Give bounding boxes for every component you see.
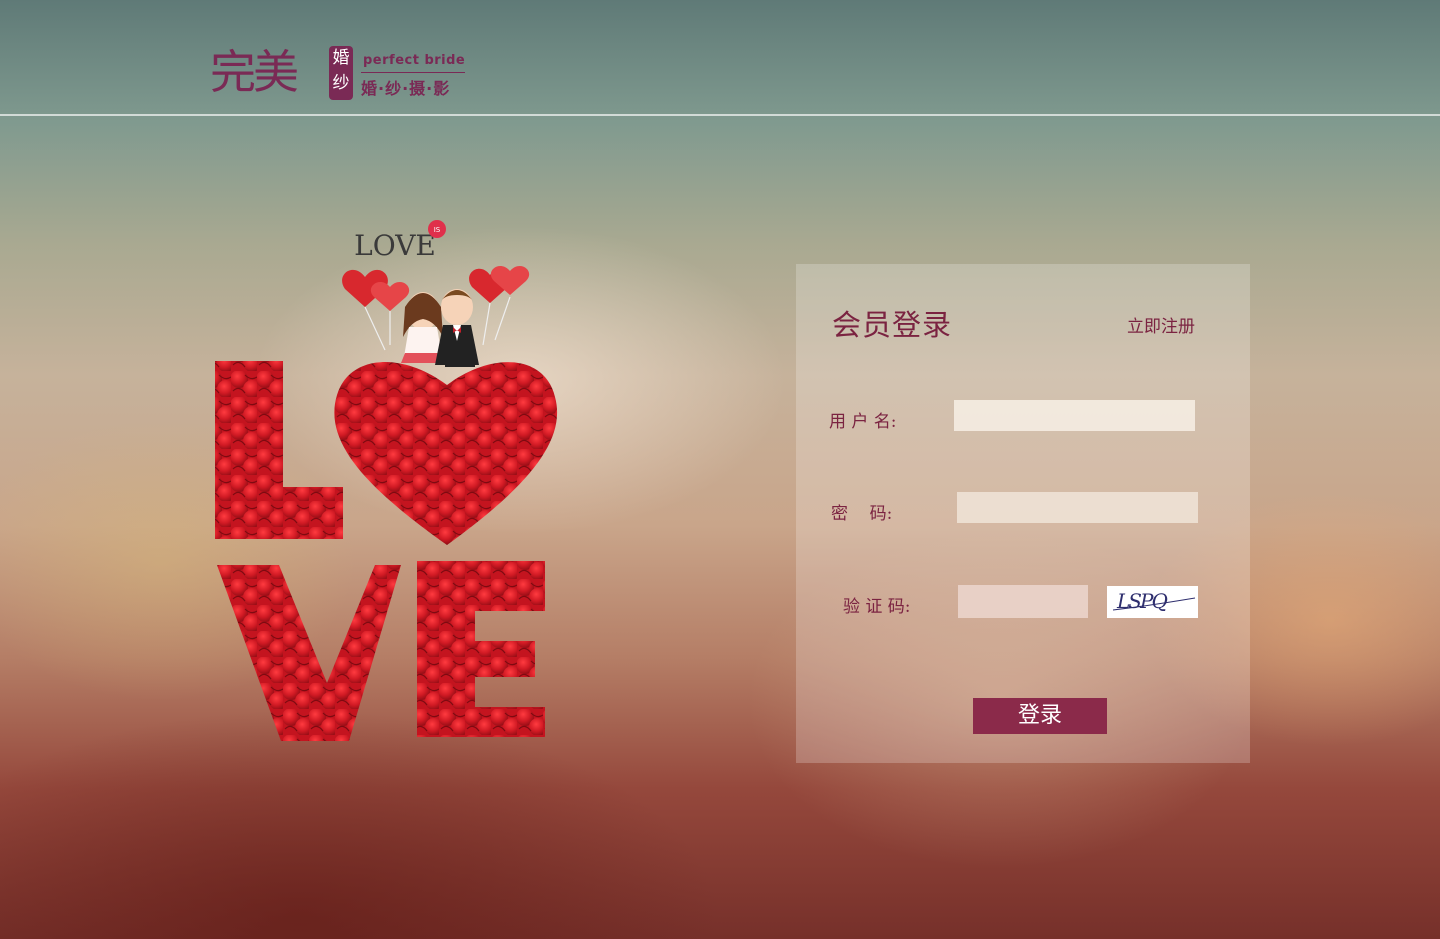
username-input[interactable] (954, 400, 1195, 431)
header-bar: 完美 婚 纱 perfect bride 婚·纱·摄·影 (0, 0, 1440, 116)
petal-letter-l (215, 361, 343, 539)
logo-english-name: perfect bride (363, 53, 466, 68)
petal-heart-o (334, 362, 558, 545)
svg-text:IS: IS (434, 226, 441, 234)
couple-illustration (401, 289, 479, 367)
captcha-image[interactable]: LSPQ (1107, 586, 1198, 618)
logo-badge-top: 婚 (332, 48, 350, 68)
petal-letter-v (217, 565, 401, 741)
small-love-title: LOVE IS (354, 220, 446, 262)
brand-logo[interactable]: 完美 婚 纱 perfect bride 婚·纱·摄·影 (208, 42, 470, 104)
login-panel: 会员登录 立即注册 用 户 名: 密 码: 验 证 码: LSPQ 登录 (796, 264, 1250, 763)
petal-letter-e (417, 561, 545, 737)
password-label: 密 码: (831, 504, 893, 524)
login-title: 会员登录 (832, 308, 953, 342)
login-button[interactable]: 登录 (973, 698, 1107, 734)
username-label: 用 户 名: (829, 412, 897, 432)
svg-text:LOVE: LOVE (354, 229, 436, 262)
captcha-label: 验 证 码: (843, 597, 911, 617)
logo-badge-bottom: 纱 (332, 73, 350, 93)
love-illustration: LOVE IS (205, 215, 565, 750)
logo-divider (361, 72, 465, 73)
svg-text:LSPQ: LSPQ (1116, 589, 1167, 613)
captcha-input[interactable] (958, 585, 1088, 618)
logo-tagline: 婚·纱·摄·影 (361, 79, 451, 98)
logo-badge: 婚 纱 (329, 46, 353, 100)
captcha-glyphs: LSPQ (1112, 589, 1196, 613)
logo-wordmark: 完美 (210, 45, 299, 99)
register-link[interactable]: 立即注册 (1127, 312, 1195, 337)
password-input[interactable] (957, 492, 1198, 523)
love-illustration-svg: LOVE IS (215, 220, 558, 741)
